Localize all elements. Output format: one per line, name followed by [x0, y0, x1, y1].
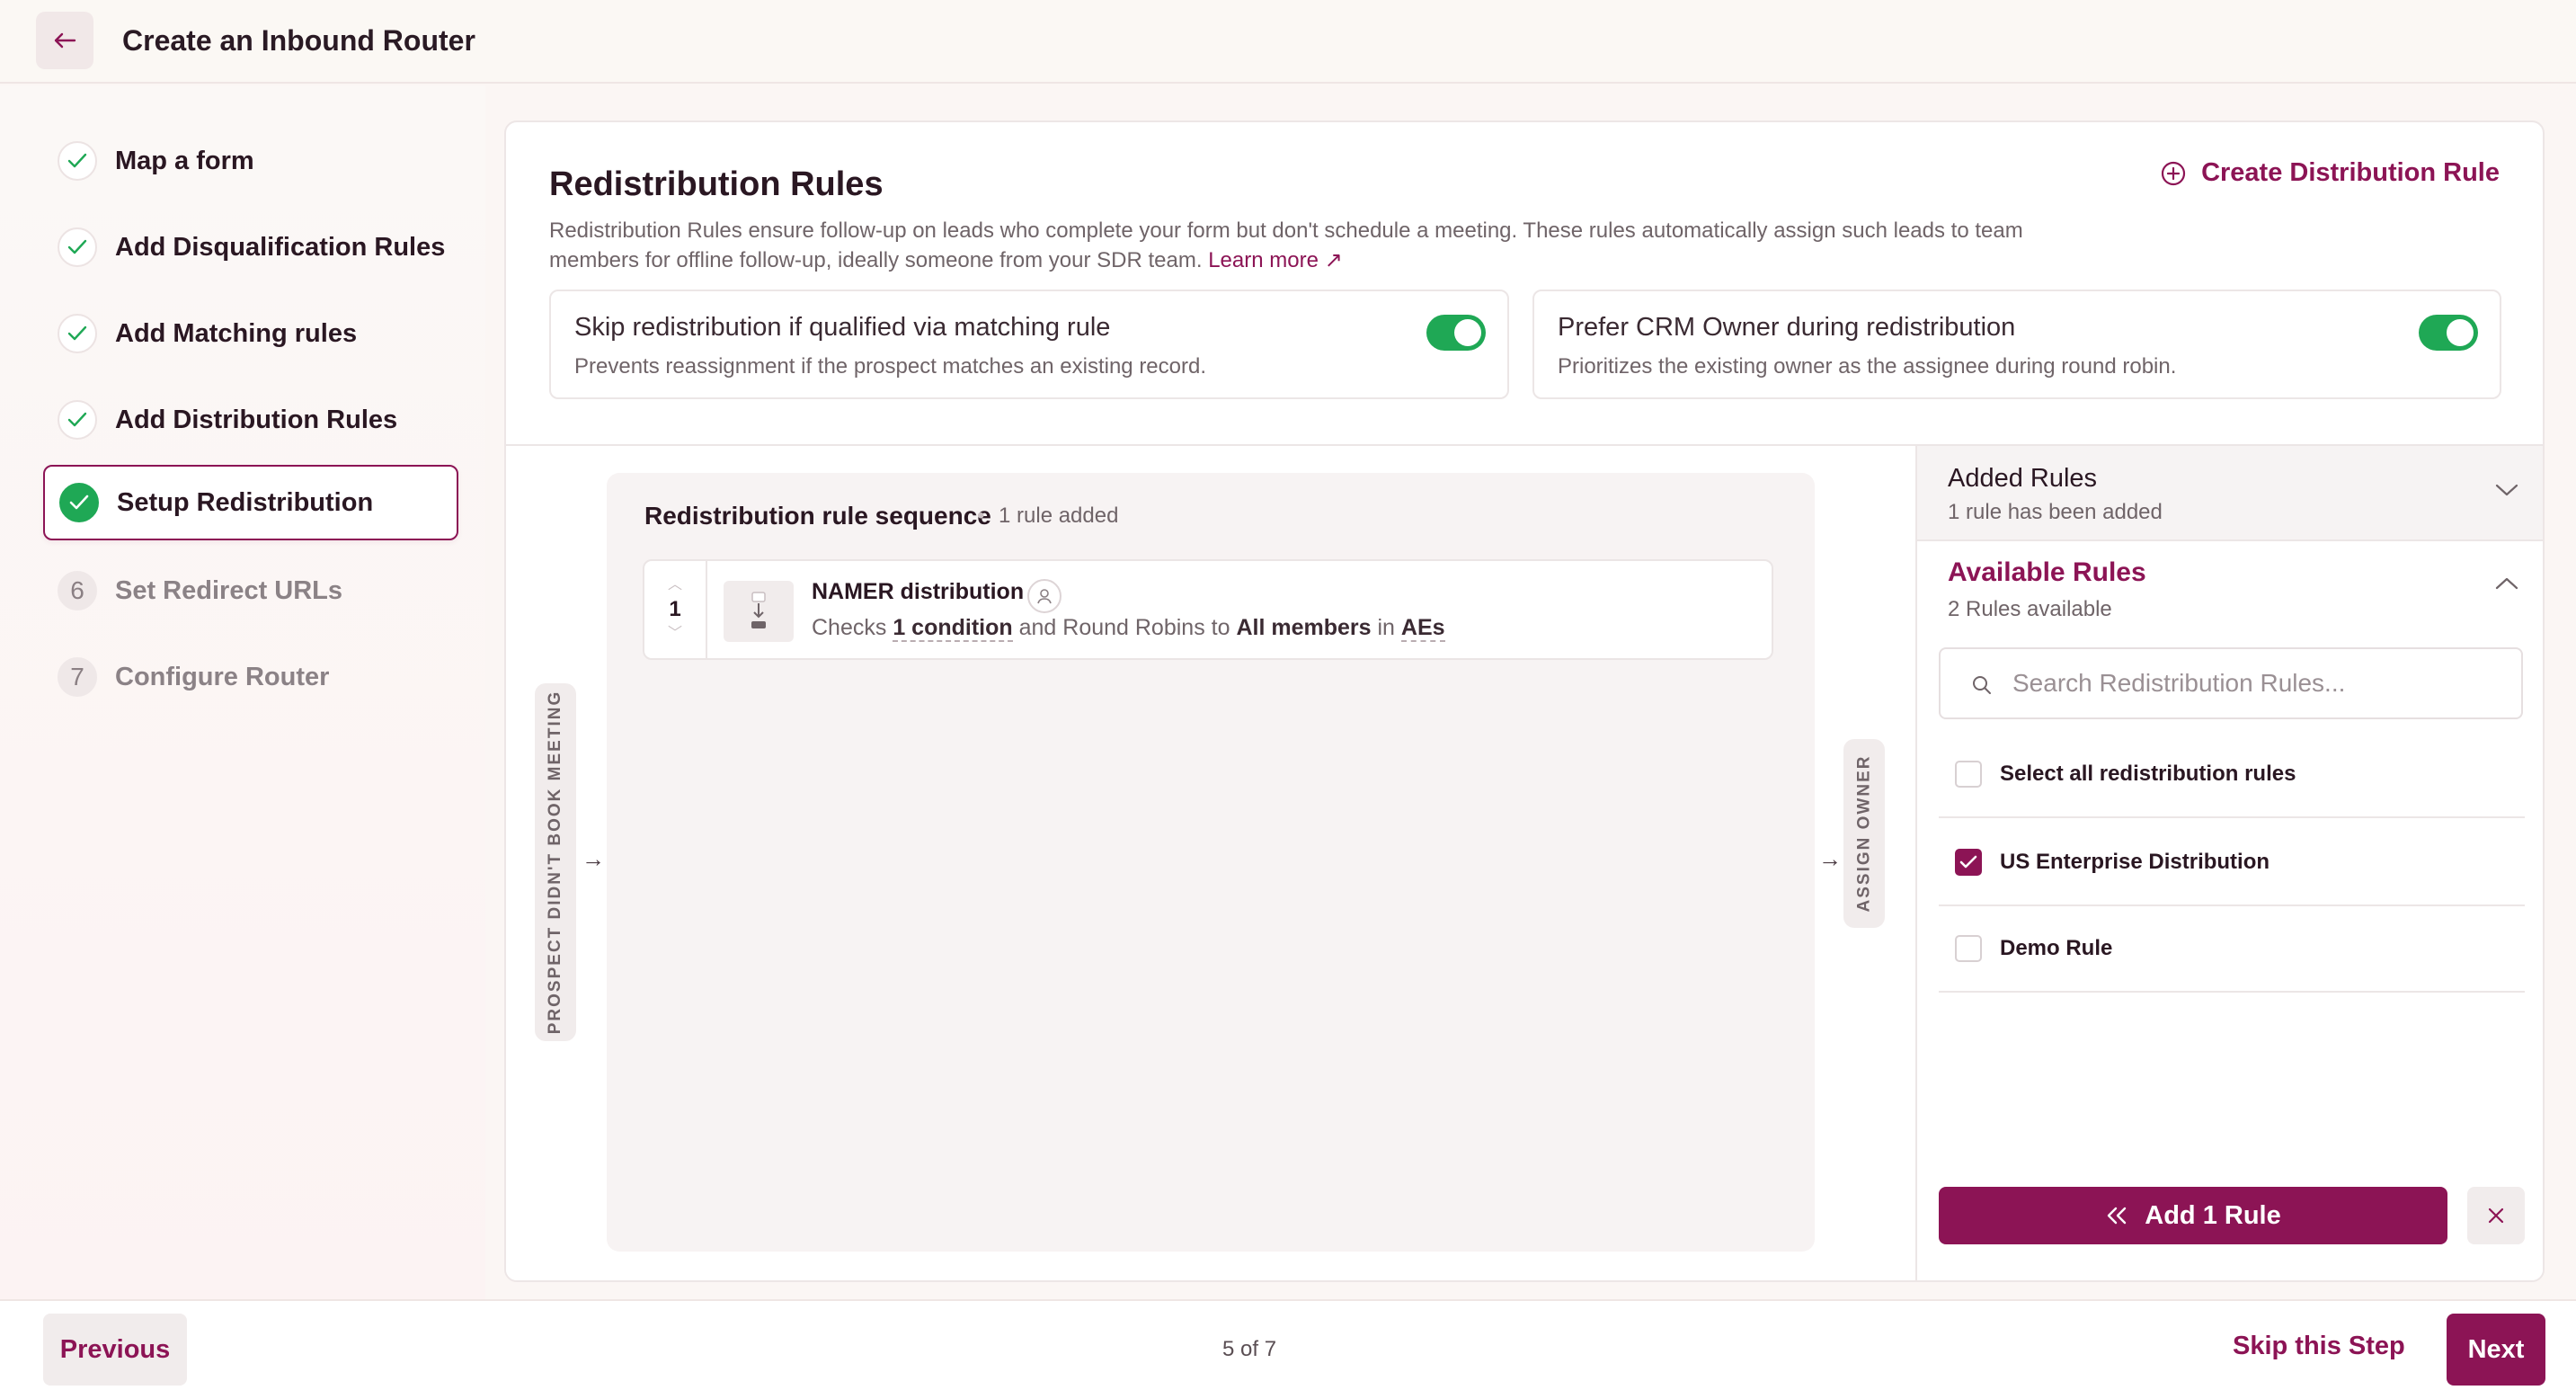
create-rule-label: Create Distribution Rule	[2201, 158, 2500, 187]
search-box	[1939, 647, 2523, 719]
previous-button[interactable]: Previous	[43, 1314, 187, 1386]
option-description: Prioritizes the existing owner as the as…	[1558, 354, 2177, 379]
checkmark-icon	[1959, 855, 1977, 869]
plus-circle-icon	[2161, 161, 2186, 185]
flow-start-label: PROSPECT DIDN'T BOOK MEETING	[546, 690, 565, 1035]
flow-area: PROSPECT DIDN'T BOOK MEETING → Redistrib…	[506, 446, 1915, 1280]
separator-dot: •	[977, 503, 985, 528]
rule-option-us-enterprise[interactable]: US Enterprise Distribution	[1939, 820, 2525, 906]
rule-name: NAMER distribution	[812, 579, 1025, 604]
rules-panel: Added Rules 1 rule has been added Availa…	[1915, 446, 2543, 1280]
step-setup-redistribution[interactable]: Setup Redistribution	[43, 465, 458, 540]
footer-bar: Previous 5 of 7 Skip this Step Next	[0, 1299, 2576, 1399]
step-add-matching-rules[interactable]: Add Matching rules	[43, 296, 458, 371]
step-map-form[interactable]: Map a form	[43, 123, 458, 199]
rule-option-demo[interactable]: Demo Rule	[1939, 906, 2525, 993]
check-icon	[58, 141, 97, 181]
prefer-crm-owner-option: Prefer CRM Owner during redistribution P…	[1532, 290, 2501, 399]
added-rules-header[interactable]: Added Rules 1 rule has been added	[1917, 446, 2543, 541]
section-description: Redistribution Rules ensure follow-up on…	[549, 216, 2041, 275]
top-header: Create an Inbound Router	[0, 0, 2576, 84]
step-progress: 5 of 7	[1222, 1337, 1277, 1361]
arrow-left-icon	[54, 32, 76, 49]
search-rules-input[interactable]	[2012, 664, 2507, 703]
rule-option-label: US Enterprise Distribution	[2000, 850, 2270, 874]
desc-in: in	[1377, 615, 1395, 640]
rule-sequence-panel: Redistribution rule sequence • 1 rule ad…	[607, 473, 1815, 1252]
rule-description: Checks 1 condition and Round Robins to A…	[812, 615, 1445, 642]
step-label: Add Distribution Rules	[115, 405, 398, 434]
step-label: Add Matching rules	[115, 318, 358, 348]
step-number: 6	[58, 571, 97, 610]
available-rules-header[interactable]: Available Rules 2 Rules available	[1917, 543, 2543, 637]
desc-prefix: Checks	[812, 615, 887, 640]
step-label: Add Disqualification Rules	[115, 232, 446, 262]
sequence-title: Redistribution rule sequence	[644, 502, 991, 530]
prefer-crm-owner-toggle[interactable]	[2419, 315, 2478, 351]
redistribution-card: Redistribution Rules Create Distribution…	[504, 120, 2545, 1282]
rule-flow-icon	[724, 581, 794, 642]
option-title: Prefer CRM Owner during redistribution	[1558, 313, 2016, 342]
step-label: Configure Router	[115, 662, 330, 691]
chevron-down-icon	[2495, 484, 2518, 496]
step-configure-router[interactable]: 7 Configure Router	[43, 639, 458, 715]
add-rule-button[interactable]: Add 1 Rule	[1939, 1187, 2447, 1244]
sequence-rule-row[interactable]: ︿ 1 ﹀ NAMER distribution Checks 1 condit…	[643, 559, 1773, 660]
section-title: Redistribution Rules	[549, 165, 884, 203]
assign-owner-label: ASSIGN OWNER	[1843, 739, 1885, 928]
double-chevron-left-icon	[2108, 1207, 2127, 1225]
rule-order-number: 1	[669, 597, 681, 621]
rule-checkbox[interactable]	[1955, 935, 1982, 962]
add-rule-label: Add 1 Rule	[2145, 1200, 2281, 1230]
user-icon	[1027, 579, 1061, 613]
chevron-up-icon	[2495, 577, 2518, 590]
step-add-distribution-rules[interactable]: Add Distribution Rules	[43, 382, 458, 458]
move-up-icon[interactable]: ︿	[668, 576, 682, 594]
prospect-didnt-book-label: PROSPECT DIDN'T BOOK MEETING	[535, 683, 576, 1041]
available-rules-subtitle: 2 Rules available	[1948, 597, 2112, 621]
learn-more-link[interactable]: Learn more ↗	[1208, 248, 1343, 272]
create-distribution-rule-button[interactable]: Create Distribution Rule	[2160, 158, 2500, 188]
check-icon	[58, 227, 97, 267]
sequence-count: 1 rule added	[999, 503, 1119, 528]
step-label: Set Redirect URLs	[115, 575, 343, 605]
step-add-disqualification-rules[interactable]: Add Disqualification Rules	[43, 209, 458, 285]
rule-order-control: ︿ 1 ﹀	[644, 561, 707, 658]
close-icon	[2488, 1207, 2504, 1224]
step-sidebar: Map a form Add Disqualification Rules Ad…	[0, 85, 485, 1299]
arrow-right-icon: →	[1818, 845, 1842, 872]
skip-redistribution-option: Skip redistribution if qualified via mat…	[549, 290, 1509, 399]
desc-mid: and Round Robins to	[1018, 615, 1230, 640]
rule-checkbox-checked[interactable]	[1955, 849, 1982, 876]
step-number: 7	[58, 657, 97, 697]
skip-redistribution-toggle[interactable]	[1426, 315, 1486, 351]
arrow-right-icon: →	[582, 845, 605, 872]
page-title: Create an Inbound Router	[122, 24, 475, 57]
next-button[interactable]: Next	[2447, 1314, 2545, 1386]
team-link[interactable]: AEs	[1400, 615, 1445, 642]
rule-option-label: Demo Rule	[2000, 936, 2113, 960]
step-label: Setup Redistribution	[117, 487, 374, 517]
select-all-row[interactable]: Select all redistribution rules	[1939, 732, 2525, 818]
check-icon	[58, 314, 97, 353]
members-value: All members	[1236, 615, 1372, 640]
step-label: Map a form	[115, 146, 254, 175]
added-rules-title: Added Rules	[1948, 464, 2098, 493]
move-down-icon[interactable]: ﹀	[668, 625, 682, 643]
available-rules-title: Available Rules	[1948, 557, 2146, 587]
skip-step-button[interactable]: Skip this Step	[2233, 1332, 2405, 1361]
option-description: Prevents reassignment if the prospect ma…	[574, 354, 1207, 379]
option-title: Skip redistribution if qualified via mat…	[574, 313, 1111, 342]
back-button[interactable]	[36, 12, 93, 69]
search-icon	[1973, 676, 1991, 694]
check-circle-icon	[59, 483, 99, 522]
condition-link[interactable]: 1 condition	[893, 615, 1013, 642]
step-set-redirect-urls[interactable]: 6 Set Redirect URLs	[43, 553, 458, 628]
added-rules-subtitle: 1 rule has been added	[1948, 500, 2163, 524]
select-all-checkbox[interactable]	[1955, 761, 1982, 788]
select-all-label: Select all redistribution rules	[2000, 762, 2296, 786]
close-button[interactable]	[2467, 1187, 2525, 1244]
check-icon	[58, 400, 97, 440]
flow-end-label: ASSIGN OWNER	[1854, 754, 1874, 913]
